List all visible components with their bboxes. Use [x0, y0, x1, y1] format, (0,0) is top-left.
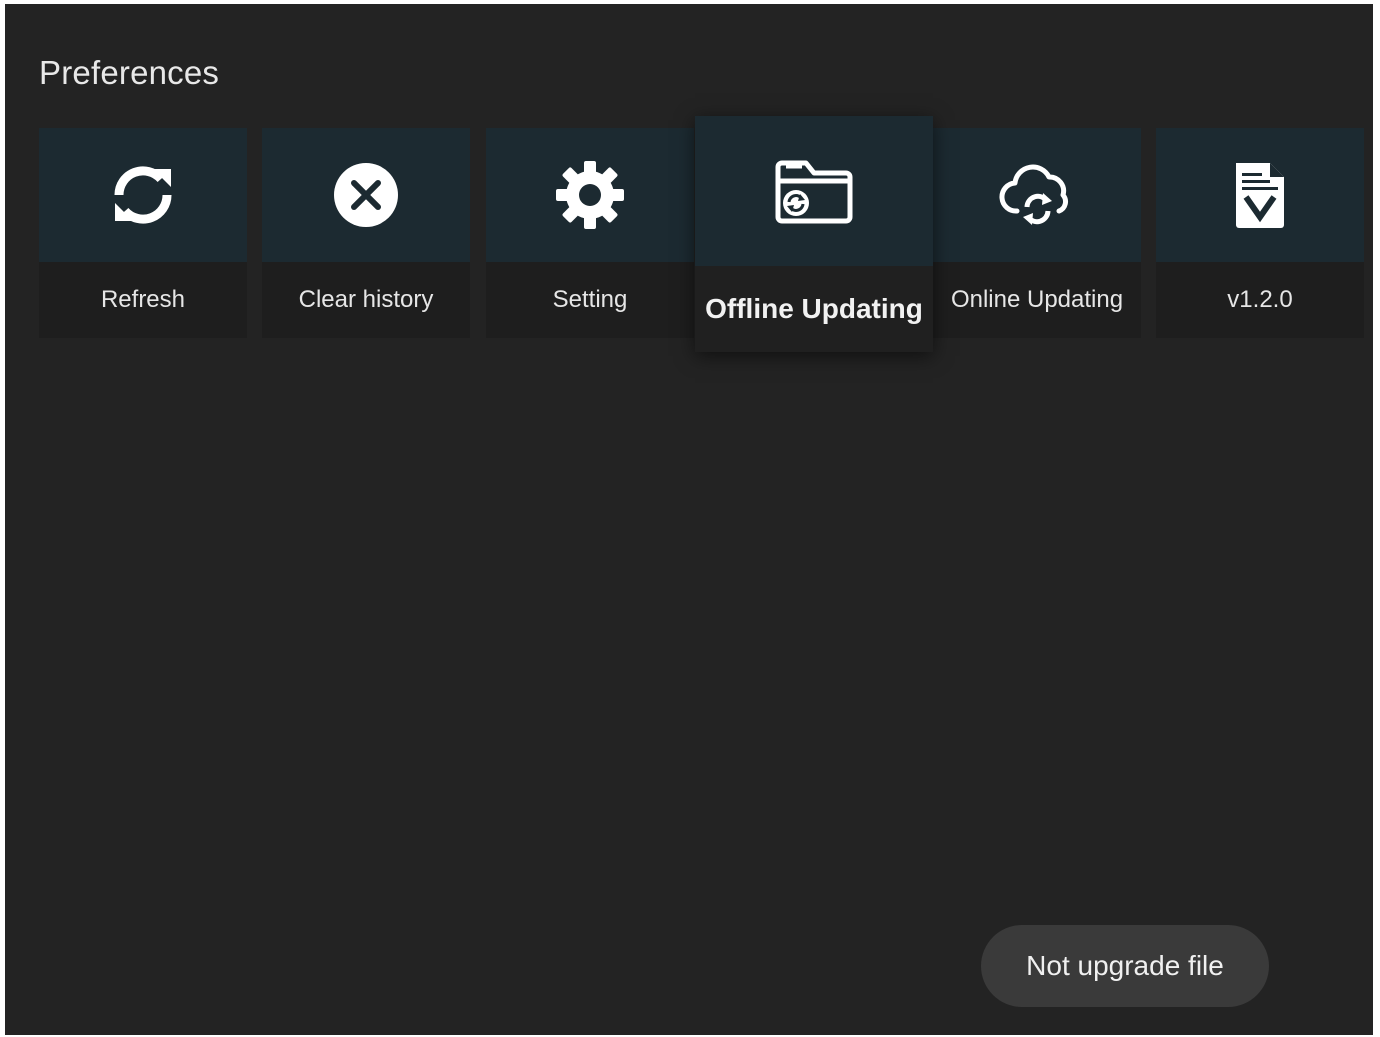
clear-history-tile-icon-area	[262, 128, 470, 262]
offline-updating-tile-icon-area	[695, 116, 933, 266]
offline-updating-button[interactable]: Offline Updating	[695, 116, 933, 352]
offline-updating-label: Offline Updating	[705, 293, 923, 324]
version-file-icon	[1236, 163, 1284, 228]
toast-message: Not upgrade file	[981, 925, 1269, 1007]
refresh-icon	[114, 166, 172, 224]
close-circle-icon	[334, 163, 398, 227]
version-tile-icon-area	[1156, 128, 1364, 262]
page-title: Preferences	[39, 54, 220, 91]
cloud-sync-icon	[999, 164, 1068, 225]
clear-history-button[interactable]: Clear history	[262, 128, 470, 338]
version-label: v1.2.0	[1227, 286, 1293, 313]
setting-label: Setting	[552, 286, 628, 313]
refresh-button[interactable]: Refresh	[39, 128, 247, 338]
setting-tile-icon-area	[486, 128, 694, 262]
preferences-screen: Preferences Refresh Clear history Settin…	[5, 4, 1373, 1035]
gear-icon	[556, 161, 624, 229]
refresh-label: Refresh	[100, 286, 186, 313]
online-updating-button[interactable]: Online Updating	[933, 128, 1141, 338]
setting-button[interactable]: Setting	[486, 128, 694, 338]
clear-history-label: Clear history	[298, 286, 434, 313]
refresh-tile-icon-area	[39, 128, 247, 262]
online-updating-tile-icon-area	[933, 128, 1141, 262]
version-button[interactable]: v1.2.0	[1156, 128, 1364, 338]
online-updating-label: Online Updating	[950, 286, 1124, 313]
folder-sync-icon	[775, 160, 853, 224]
